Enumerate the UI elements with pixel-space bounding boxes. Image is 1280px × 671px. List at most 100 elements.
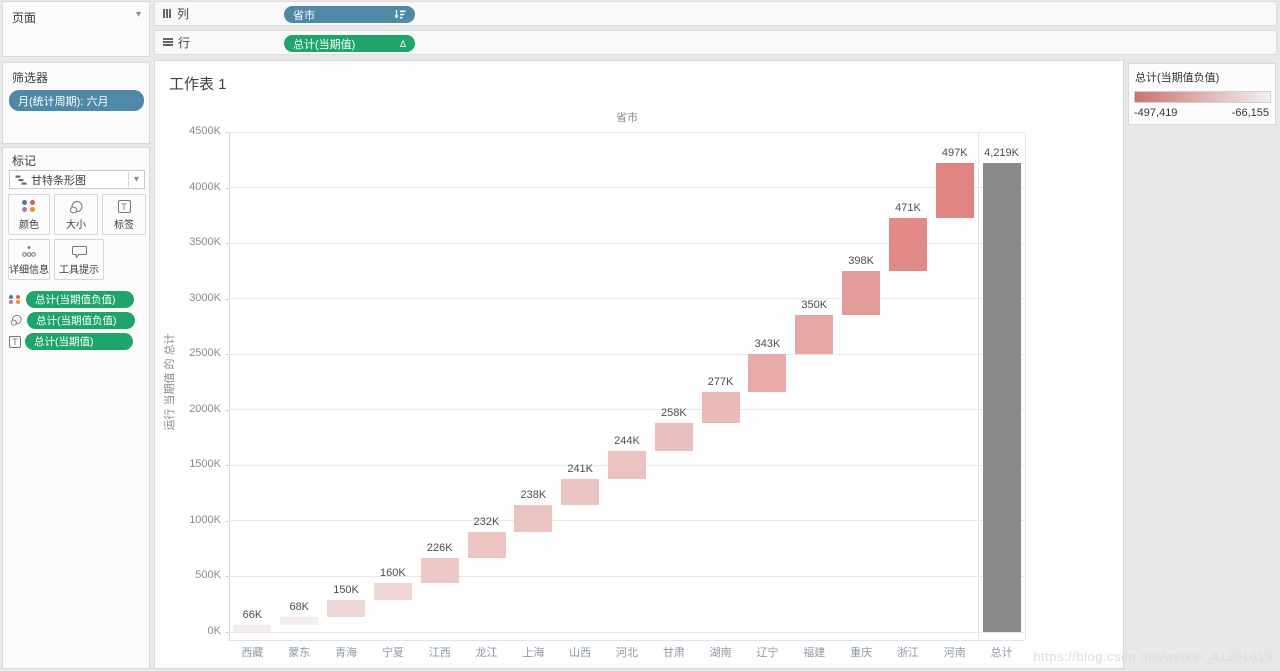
marks-panel: 标记 甘特条形图 ▾ 颜色 大小 T 标签 详细信息 工具提示 总计(当期值负值… — [2, 147, 150, 669]
waterfall-bar[interactable] — [467, 531, 506, 558]
tooltip-button[interactable]: 工具提示 — [54, 239, 104, 280]
y-tick-mark — [225, 632, 229, 633]
x-axis-category-label[interactable]: 江西 — [429, 644, 451, 660]
y-tick-label: 3500K — [189, 236, 221, 249]
y-tick-mark — [225, 132, 229, 133]
chevron-down-icon[interactable]: ▾ — [127, 172, 144, 187]
waterfall-bar[interactable] — [654, 422, 693, 452]
x-axis-category-label[interactable]: 湖南 — [710, 644, 732, 660]
x-axis-category-label[interactable]: 上海 — [522, 644, 544, 660]
marks-field-row: T 总计(当期值) — [9, 333, 133, 350]
gridline — [229, 187, 1025, 189]
rows-icon — [163, 38, 173, 47]
x-axis-category-label[interactable]: 宁夏 — [382, 644, 404, 660]
bar-value-label: 277K — [707, 376, 734, 388]
waterfall-bar[interactable] — [561, 478, 600, 506]
x-axis-category-label[interactable]: 山西 — [569, 644, 591, 660]
marks-title: 标记 — [12, 154, 37, 168]
waterfall-bar[interactable] — [842, 270, 881, 315]
y-tick-label: 4500K — [189, 125, 221, 137]
legend-gradient-bar[interactable] — [1134, 91, 1271, 103]
waterfall-bar[interactable] — [935, 163, 974, 219]
filters-panel: 筛选器 月(统计周期): 六月 — [2, 62, 150, 144]
detail-button[interactable]: 详细信息 — [8, 239, 50, 280]
columns-pill-province[interactable]: 省市 — [284, 6, 415, 23]
bar-value-label: 66K — [242, 608, 263, 621]
mark-type-dropdown[interactable]: 甘特条形图 ▾ — [9, 170, 145, 189]
y-tick-label: 3000K — [189, 291, 221, 304]
pages-panel: 页面 ▾ — [2, 1, 150, 57]
x-axis-category-label[interactable]: 青海 — [335, 644, 357, 660]
y-tick-label: 2000K — [189, 402, 221, 415]
columns-shelf[interactable]: 列 省市 — [154, 1, 1277, 26]
color-dots-icon — [22, 200, 36, 212]
columns-shelf-label: 列 — [163, 5, 189, 22]
x-axis-category-label[interactable]: 蒙东 — [288, 644, 310, 660]
y-tick-label: 4000K — [189, 180, 221, 193]
bar-value-label: 343K — [754, 337, 781, 350]
sort-descending-icon[interactable] — [394, 9, 406, 20]
gridline — [229, 298, 1025, 300]
y-tick-mark — [225, 409, 229, 411]
x-axis-category-label[interactable]: 浙江 — [897, 644, 919, 660]
label-button[interactable]: T 标签 — [102, 194, 146, 235]
x-axis-category-label[interactable]: 辽宁 — [756, 644, 778, 660]
rows-shelf[interactable]: 行 总计(当期值) Δ — [154, 30, 1277, 55]
bar-value-label: 238K — [520, 489, 547, 502]
mark-type-label: 甘特条形图 — [31, 174, 86, 187]
color-button[interactable]: 颜色 — [8, 194, 50, 235]
text-label-icon[interactable]: T — [9, 335, 21, 348]
filter-pill-month[interactable]: 月(统计周期): 六月 — [9, 90, 144, 111]
bar-value-label: 350K — [801, 299, 828, 311]
y-tick-mark — [225, 243, 229, 245]
waterfall-bar[interactable] — [748, 353, 787, 392]
marks-field-pill[interactable]: 总计(当期值负值) — [27, 312, 135, 329]
x-axis-category-label[interactable]: 福建 — [803, 644, 825, 660]
marks-field-pill[interactable]: 总计(当期值) — [25, 333, 133, 350]
marks-field-pill[interactable]: 总计(当期值负值) — [26, 291, 134, 308]
waterfall-bar[interactable] — [888, 218, 927, 271]
worksheet-card: 工作表 1 省市 运行 当期值 的 总计 0K 500K 1000K 1500K 200… — [154, 60, 1124, 669]
x-axis-category-label[interactable]: 总计 — [991, 644, 1013, 660]
chevron-down-icon[interactable]: ▾ — [136, 9, 141, 20]
waterfall-bar[interactable] — [701, 392, 740, 423]
waterfall-bar[interactable] — [514, 505, 553, 532]
bar-value-label: 4,219K — [984, 147, 1020, 160]
bar-value-label: 258K — [660, 406, 687, 419]
waterfall-bar[interactable] — [420, 557, 459, 583]
waterfall-bar[interactable] — [608, 451, 646, 479]
detail-dots-icon — [22, 246, 36, 257]
bar-value-label: 244K — [614, 435, 640, 448]
waterfall-bar[interactable] — [795, 315, 834, 354]
waterfall-bar[interactable] — [373, 582, 412, 601]
y-tick-mark — [225, 576, 229, 578]
rows-pill-measure[interactable]: 总计(当期值) Δ — [284, 35, 415, 52]
x-axis-category-label[interactable]: 龙江 — [476, 644, 498, 660]
y-tick-mark — [225, 520, 229, 522]
plot-area[interactable]: 0K 500K 1000K 1500K 2000K 2500K 3000K 3500K 4000… — [155, 61, 1125, 670]
waterfall-bar[interactable] — [233, 624, 272, 632]
size-circles-icon[interactable] — [9, 314, 23, 327]
size-button[interactable]: 大小 — [54, 194, 98, 235]
rows-shelf-label: 行 — [163, 34, 190, 51]
legend-title: 总计(当期值负值) — [1135, 72, 1220, 84]
y-tick-label: 2500K — [189, 347, 221, 360]
x-axis-category-label[interactable]: 西藏 — [241, 644, 263, 660]
waterfall-bar[interactable] — [280, 617, 319, 625]
y-tick-mark — [225, 465, 229, 467]
gridline — [229, 520, 1025, 522]
bar-value-label: 150K — [333, 584, 359, 597]
x-axis-category-label[interactable]: 河北 — [616, 644, 638, 660]
columns-icon — [163, 7, 172, 21]
waterfall-bar[interactable] — [327, 600, 366, 618]
x-axis-category-label[interactable]: 甘肃 — [663, 644, 685, 660]
x-axis-category-label[interactable]: 河南 — [944, 644, 966, 660]
bar-value-label: 241K — [567, 462, 594, 475]
x-axis-category-label[interactable]: 重庆 — [850, 644, 872, 660]
total-bar[interactable] — [982, 163, 1021, 632]
color-dots-icon[interactable] — [9, 295, 22, 304]
gridline — [229, 575, 1025, 577]
legend-min-label: -497,419 — [1134, 107, 1178, 119]
tooltip-bubble-icon — [71, 246, 87, 259]
bar-value-label: 226K — [426, 541, 453, 554]
